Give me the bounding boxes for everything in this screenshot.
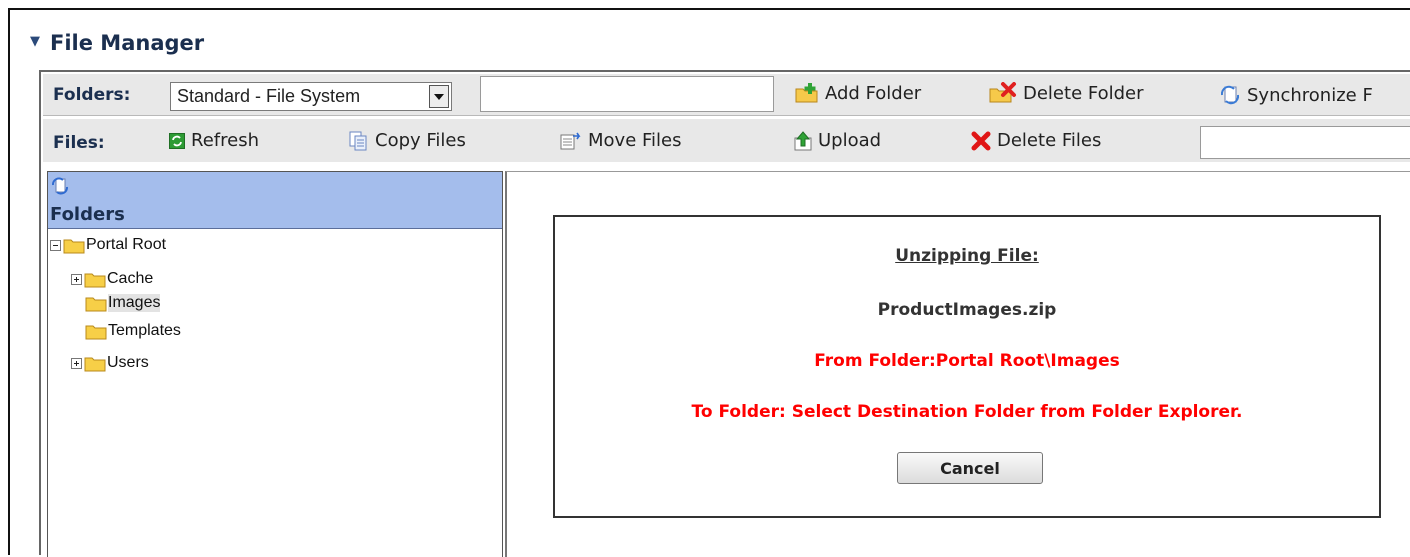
expand-toggle-icon[interactable] — [71, 273, 82, 285]
collapse-toggle-icon[interactable] — [50, 239, 61, 251]
dialog-from-folder: From Folder:Portal Root\Images — [814, 351, 1120, 371]
folder-icon — [84, 273, 106, 287]
explorer-title: Folders — [50, 204, 125, 225]
copy-files-label: Copy Files — [375, 130, 466, 151]
delete-files-label: Delete Files — [997, 130, 1102, 151]
expand-toggle-icon[interactable] — [71, 357, 82, 369]
copy-files-button[interactable]: Copy Files — [349, 130, 466, 151]
module-header: ▼ File Manager — [30, 28, 204, 58]
explorer-header: Folders — [48, 172, 502, 228]
tree-node-portal-root[interactable]: Portal Root — [50, 234, 166, 256]
move-files-button[interactable]: Move Files — [560, 130, 682, 151]
module-title: File Manager — [50, 31, 205, 55]
folder-explorer: Folders Portal Root Cache Images Templat… — [47, 171, 503, 557]
tree-node-templates[interactable]: Templates — [85, 320, 181, 342]
dialog-filename: ProductImages.zip — [877, 300, 1057, 320]
tree-node-users[interactable]: Users — [71, 352, 149, 374]
dialog-to-folder: To Folder: Select Destination Folder fro… — [691, 402, 1243, 422]
refresh-icon — [169, 132, 185, 149]
folder-add-icon — [795, 83, 818, 103]
upload-icon — [794, 130, 812, 150]
folder-icon — [63, 239, 85, 253]
cancel-button[interactable]: Cancel — [897, 452, 1043, 484]
move-files-label: Move Files — [588, 130, 682, 151]
delete-folder-button[interactable]: Delete Folder — [989, 82, 1144, 104]
folder-icon — [85, 325, 107, 339]
files-toolbar: Files: Refresh Copy Files Move Files Upl… — [43, 118, 1410, 162]
tree-node-label: Templates — [108, 322, 181, 339]
synchronize-button[interactable]: Synchronize F — [1219, 84, 1373, 106]
divider — [48, 228, 502, 229]
folder-icon — [84, 357, 106, 371]
folder-name-input[interactable] — [480, 76, 774, 112]
refresh-label: Refresh — [191, 130, 259, 151]
tree-node-cache[interactable]: Cache — [71, 268, 153, 290]
add-folder-button[interactable]: Add Folder — [795, 82, 921, 104]
collapse-triangle-icon[interactable]: ▼ — [30, 34, 40, 49]
tree-node-images[interactable]: Images — [85, 292, 161, 314]
add-folder-label: Add Folder — [825, 82, 922, 104]
synchronize-label: Synchronize F — [1247, 84, 1373, 106]
chevron-down-icon[interactable] — [429, 85, 449, 108]
upload-label: Upload — [818, 130, 882, 151]
red-x-icon — [971, 131, 991, 150]
folder-icon — [85, 297, 107, 311]
file-filter-input[interactable] — [1200, 126, 1410, 159]
refresh-button[interactable]: Refresh — [169, 130, 259, 151]
unzip-dialog: Unzipping File: ProductImages.zip From F… — [553, 215, 1381, 518]
folders-toolbar: Folders: Standard - File System Add Fold… — [43, 74, 1410, 116]
tree-node-label: Images — [108, 294, 161, 312]
folder-type-value: Standard - File System — [177, 86, 361, 106]
delete-folder-label: Delete Folder — [1023, 82, 1144, 104]
tree-node-label: Portal Root — [86, 236, 167, 253]
folders-label: Folders: — [53, 85, 131, 105]
tree-node-label: Users — [107, 354, 149, 371]
folder-delete-icon — [989, 82, 1016, 103]
move-icon — [560, 132, 581, 149]
files-label: Files: — [53, 133, 105, 153]
sync-icon[interactable] — [51, 175, 69, 197]
sync-icon — [1220, 85, 1240, 105]
folder-type-select[interactable]: Standard - File System — [170, 82, 452, 111]
delete-files-button[interactable]: Delete Files — [971, 130, 1101, 151]
copy-icon — [349, 131, 367, 150]
dialog-title: Unzipping File: — [895, 246, 1039, 266]
tree-node-label: Cache — [107, 270, 154, 287]
upload-button[interactable]: Upload — [794, 130, 881, 151]
